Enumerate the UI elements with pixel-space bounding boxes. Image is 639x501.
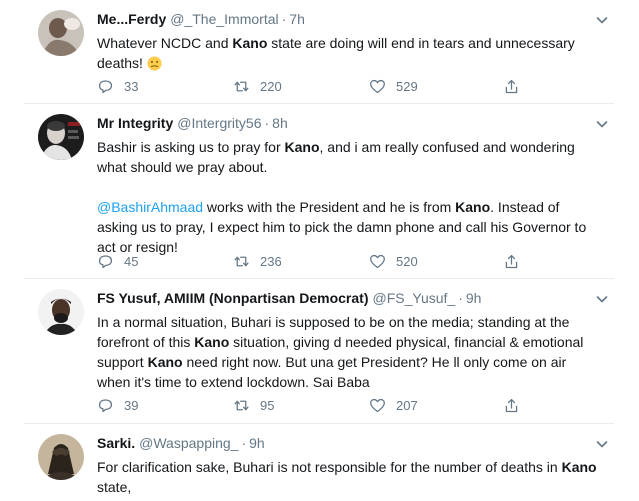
share-button[interactable] <box>503 76 520 96</box>
tweet-header: Me...Ferdy @_The_Immortal · 7h <box>97 10 588 29</box>
tweet-actions: 45 236 520 <box>97 251 600 271</box>
display-name[interactable]: Mr Integrity <box>97 115 173 131</box>
user-handle[interactable]: @FS_Yusuf_ <box>372 290 455 306</box>
tweet-text: Whatever NCDC and Kano state are doing w… <box>97 35 575 71</box>
confused-face-icon <box>147 56 162 71</box>
share-icon <box>505 79 518 93</box>
tweet-text: For clarification sake, Buhari is not re… <box>97 459 597 495</box>
tweet-text: Bashir is asking us to pray for Kano, an… <box>97 139 587 255</box>
timestamp[interactable]: 9h <box>466 290 482 306</box>
like-button[interactable]: 207 <box>369 395 418 415</box>
chevron-down-icon[interactable] <box>594 436 610 452</box>
heart-icon <box>370 254 385 268</box>
retweet-count: 95 <box>260 397 275 413</box>
retweet-icon <box>234 400 249 410</box>
like-count: 520 <box>396 253 418 269</box>
separator-dot: · <box>281 11 287 27</box>
avatar[interactable] <box>38 10 84 56</box>
chevron-down-icon[interactable] <box>594 12 610 28</box>
tweet-header: Sarki. @Waspapping_ · 9h <box>97 434 588 453</box>
retweet-count: 220 <box>260 78 282 94</box>
tweet-actions: 33 220 529 <box>97 76 600 96</box>
retweet-icon <box>234 256 249 266</box>
retweet-button[interactable]: 95 <box>233 395 274 415</box>
tweet[interactable]: Mr Integrity @Intergrity56 · 8h Bashir is a… <box>24 104 614 279</box>
share-icon <box>505 398 518 412</box>
share-icon <box>505 254 518 268</box>
display-name[interactable]: FS Yusuf, AMIIM (Nonpartisan Democrat) <box>97 290 368 306</box>
like-button[interactable]: 520 <box>369 251 418 271</box>
reply-button[interactable]: 39 <box>97 395 138 415</box>
tweet[interactable]: Sarki. @Waspapping_ · 9h For clarification … <box>24 424 614 501</box>
reply-button[interactable]: 33 <box>97 76 138 96</box>
avatar[interactable] <box>38 289 84 335</box>
timestamp[interactable]: 7h <box>289 11 305 27</box>
chevron-down-icon[interactable] <box>594 291 610 307</box>
heart-icon <box>370 79 385 93</box>
timestamp[interactable]: 8h <box>272 115 288 131</box>
display-name[interactable]: Me...Ferdy <box>97 11 166 27</box>
retweet-button[interactable]: 220 <box>233 76 282 96</box>
user-handle[interactable]: @Waspapping_ <box>139 435 238 451</box>
chevron-down-icon[interactable] <box>594 116 610 132</box>
user-handle[interactable]: @Intergrity56 <box>177 115 261 131</box>
display-name[interactable]: Sarki. <box>97 435 135 451</box>
reply-icon <box>98 254 113 268</box>
retweet-count: 236 <box>260 253 282 269</box>
tweet-header: Mr Integrity @Intergrity56 · 8h <box>97 114 588 133</box>
reply-count: 33 <box>124 78 139 94</box>
avatar[interactable] <box>38 114 84 160</box>
tweet-header: FS Yusuf, AMIIM (Nonpartisan Democrat) @F… <box>97 289 588 308</box>
heart-icon <box>370 398 385 412</box>
like-count: 529 <box>396 78 418 94</box>
separator-dot: · <box>241 435 247 451</box>
retweet-icon <box>234 81 249 91</box>
reply-count: 45 <box>124 253 139 269</box>
timestamp[interactable]: 9h <box>249 435 265 451</box>
timeline: Me...Ferdy @_The_Immortal · 7h Whatever NCD… <box>24 0 614 501</box>
tweet[interactable]: Me...Ferdy @_The_Immortal · 7h Whatever NCD… <box>24 0 614 104</box>
reply-icon <box>98 398 113 412</box>
reply-count: 39 <box>124 397 139 413</box>
separator-dot: · <box>264 115 270 131</box>
like-count: 207 <box>396 397 418 413</box>
user-handle[interactable]: @_The_Immortal <box>170 11 278 27</box>
reply-button[interactable]: 45 <box>97 251 138 271</box>
separator-dot: · <box>458 290 463 306</box>
mention-link[interactable]: @BashirAhmaad <box>97 199 203 215</box>
reply-icon <box>98 79 113 93</box>
share-button[interactable] <box>503 251 520 271</box>
tweet-text: In a normal situation, Buhari is suppose… <box>97 314 584 390</box>
retweet-button[interactable]: 236 <box>233 251 282 271</box>
like-button[interactable]: 529 <box>369 76 418 96</box>
avatar[interactable] <box>38 434 84 480</box>
tweet[interactable]: FS Yusuf, AMIIM (Nonpartisan Democrat) @F… <box>24 279 614 424</box>
share-button[interactable] <box>503 395 520 415</box>
tweet-actions: 39 95 207 <box>97 395 600 415</box>
